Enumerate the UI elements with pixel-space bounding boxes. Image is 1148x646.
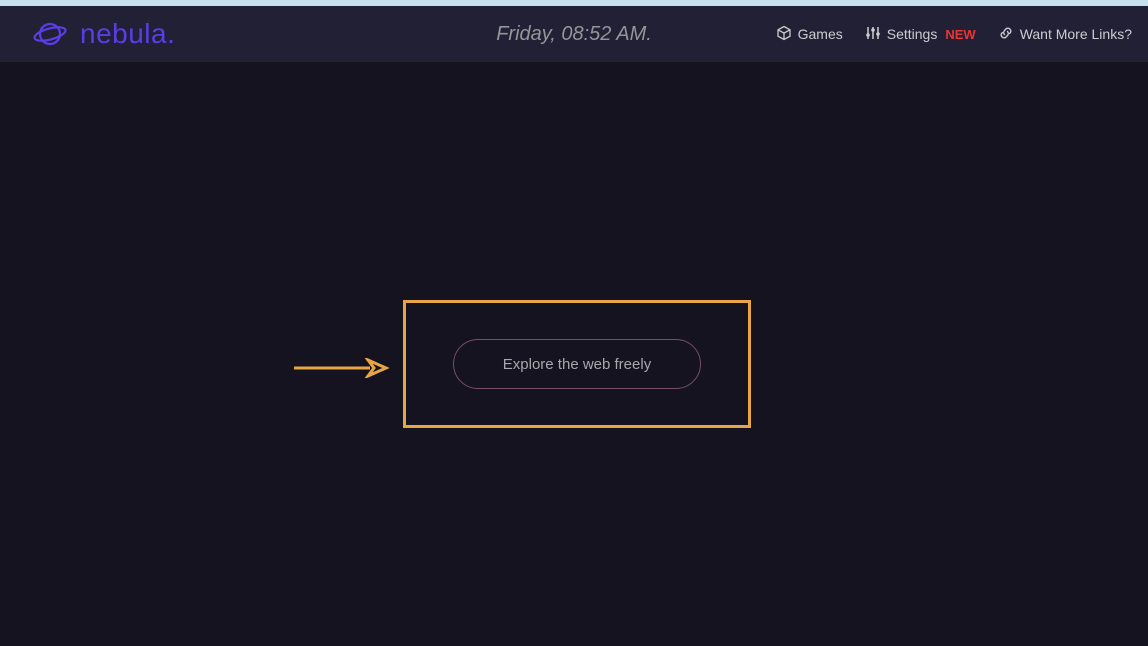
cube-icon <box>776 25 792 44</box>
nav-games[interactable]: Games <box>776 25 843 44</box>
search-input[interactable]: Explore the web freely <box>453 339 701 389</box>
main-content: Explore the web freely <box>0 62 1148 646</box>
site-header: nebula. Friday, 08:52 AM. Games <box>0 6 1148 62</box>
annotation-highlight-box: Explore the web freely <box>403 300 751 428</box>
header-nav: Games Settings NEW <box>776 25 1148 44</box>
planet-icon <box>32 16 68 52</box>
link-icon <box>998 25 1014 44</box>
nav-settings[interactable]: Settings NEW <box>865 25 976 44</box>
datetime-display: Friday, 08:52 AM. <box>496 23 652 46</box>
new-badge: NEW <box>945 27 975 42</box>
nav-settings-label: Settings <box>887 26 938 42</box>
nav-games-label: Games <box>798 26 843 42</box>
arrow-annotation-icon <box>294 358 390 378</box>
nav-more-links[interactable]: Want More Links? <box>998 25 1132 44</box>
brand-name: nebula. <box>80 18 175 50</box>
brand[interactable]: nebula. <box>32 16 175 52</box>
search-placeholder: Explore the web freely <box>503 356 651 373</box>
sliders-icon <box>865 25 881 44</box>
nav-more-links-label: Want More Links? <box>1020 26 1132 42</box>
